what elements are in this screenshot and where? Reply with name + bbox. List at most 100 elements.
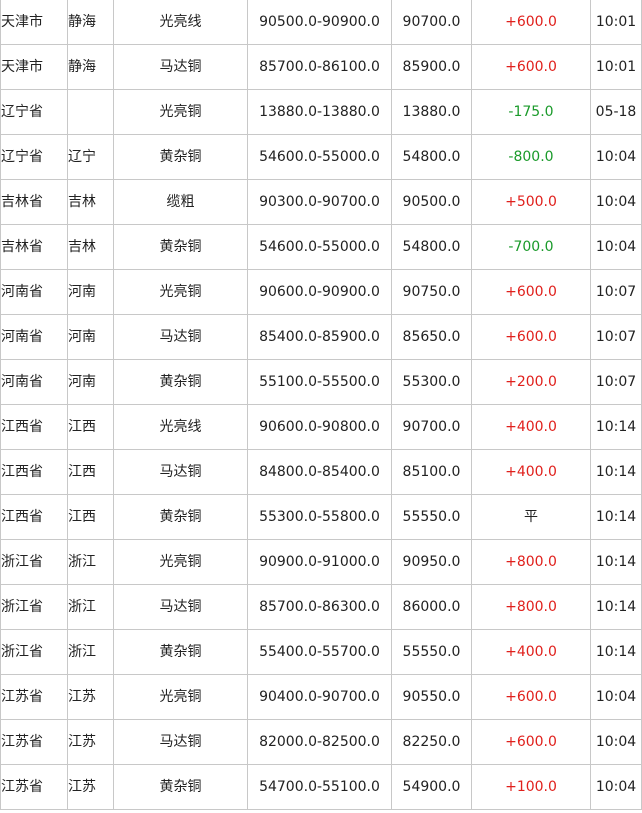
price-range-cell: 55400.0-55700.0: [247, 629, 392, 675]
average-price-cell: 90750.0: [391, 269, 472, 315]
average-price-cell: 54800.0: [391, 224, 472, 270]
price-change-cell: -700.0: [471, 224, 591, 270]
price-range-cell: 90600.0-90800.0: [247, 404, 392, 450]
province-cell: 河南省: [0, 314, 68, 360]
price-change-cell: +800.0: [471, 539, 591, 585]
update-time-cell: 10:04: [590, 224, 642, 270]
average-price-cell: 54900.0: [391, 764, 472, 810]
update-time-cell: 10:14: [590, 629, 642, 675]
price-range-cell: 84800.0-85400.0: [247, 449, 392, 495]
price-range-cell: 90600.0-90900.0: [247, 269, 392, 315]
update-time-cell: 10:04: [590, 134, 642, 180]
update-time-cell: 10:07: [590, 359, 642, 405]
province-cell: 江西省: [0, 494, 68, 540]
city-cell: 吉林: [67, 179, 114, 225]
price-change-cell: +600.0: [471, 269, 591, 315]
table-row: 吉林省 吉林 黄杂铜 54600.0-55000.0 54800.0 -700.0 10:0…: [0, 224, 642, 270]
product-cell: 马达铜: [113, 314, 248, 360]
price-range-cell: 54600.0-55000.0: [247, 134, 392, 180]
product-cell: 光亮铜: [113, 674, 248, 720]
product-cell: 光亮铜: [113, 269, 248, 315]
province-cell: 浙江省: [0, 539, 68, 585]
product-cell: 缆粗: [113, 179, 248, 225]
price-change-cell: +400.0: [471, 629, 591, 675]
province-cell: 浙江省: [0, 584, 68, 630]
price-change-cell: -175.0: [471, 89, 591, 135]
product-cell: 光亮铜: [113, 89, 248, 135]
table-row: 吉林省 吉林 缆粗 90300.0-90700.0 90500.0 +500.0 10:04: [0, 179, 642, 225]
price-change-cell: -800.0: [471, 134, 591, 180]
city-cell: 浙江: [67, 584, 114, 630]
product-cell: 黄杂铜: [113, 494, 248, 540]
table-row: 河南省 河南 光亮铜 90600.0-90900.0 90750.0 +600.0 10:0…: [0, 269, 642, 315]
average-price-cell: 86000.0: [391, 584, 472, 630]
city-cell: 江西: [67, 404, 114, 450]
product-cell: 马达铜: [113, 584, 248, 630]
table-row: 江西省 江西 黄杂铜 55300.0-55800.0 55550.0 平 10:14: [0, 494, 642, 540]
city-cell: 江西: [67, 494, 114, 540]
average-price-cell: 13880.0: [391, 89, 472, 135]
province-cell: 天津市: [0, 44, 68, 90]
table-row: 天津市 静海 马达铜 85700.0-86100.0 85900.0 +600.0 10:0…: [0, 44, 642, 90]
product-cell: 光亮线: [113, 404, 248, 450]
price-change-cell: +800.0: [471, 584, 591, 630]
price-range-cell: 55100.0-55500.0: [247, 359, 392, 405]
product-cell: 光亮线: [113, 0, 248, 45]
table-row: 河南省 河南 马达铜 85400.0-85900.0 85650.0 +600.0 10:0…: [0, 314, 642, 360]
table-row: 江西省 江西 马达铜 84800.0-85400.0 85100.0 +400.0 10:1…: [0, 449, 642, 495]
province-cell: 吉林省: [0, 179, 68, 225]
price-change-cell: +400.0: [471, 404, 591, 450]
price-range-cell: 90400.0-90700.0: [247, 674, 392, 720]
province-cell: 吉林省: [0, 224, 68, 270]
table-row: 浙江省 浙江 光亮铜 90900.0-91000.0 90950.0 +800.0 10:1…: [0, 539, 642, 585]
city-cell: 静海: [67, 44, 114, 90]
average-price-cell: 90950.0: [391, 539, 472, 585]
province-cell: 江苏省: [0, 674, 68, 720]
province-cell: 天津市: [0, 0, 68, 45]
price-range-cell: 85700.0-86300.0: [247, 584, 392, 630]
update-time-cell: 10:07: [590, 314, 642, 360]
price-range-cell: 13880.0-13880.0: [247, 89, 392, 135]
table-row: 浙江省 浙江 马达铜 85700.0-86300.0 86000.0 +800.0 10:1…: [0, 584, 642, 630]
province-cell: 江苏省: [0, 764, 68, 810]
province-cell: 江苏省: [0, 719, 68, 765]
table-row: 江西省 江西 光亮线 90600.0-90800.0 90700.0 +400.0 10:1…: [0, 404, 642, 450]
price-range-cell: 90500.0-90900.0: [247, 0, 392, 45]
update-time-cell: 10:14: [590, 539, 642, 585]
update-time-cell: 10:07: [590, 269, 642, 315]
table-row: 江苏省 江苏 马达铜 82000.0-82500.0 82250.0 +600.0 10:0…: [0, 719, 642, 765]
table-row: 浙江省 浙江 黄杂铜 55400.0-55700.0 55550.0 +400.0 10:1…: [0, 629, 642, 675]
price-change-cell: 平: [471, 494, 591, 540]
province-cell: 河南省: [0, 359, 68, 405]
city-cell: 静海: [67, 0, 114, 45]
average-price-cell: 55550.0: [391, 629, 472, 675]
product-cell: 黄杂铜: [113, 134, 248, 180]
average-price-cell: 85100.0: [391, 449, 472, 495]
city-cell: 浙江: [67, 539, 114, 585]
average-price-cell: 90550.0: [391, 674, 472, 720]
average-price-cell: 90700.0: [391, 0, 472, 45]
price-range-cell: 82000.0-82500.0: [247, 719, 392, 765]
price-range-cell: 90900.0-91000.0: [247, 539, 392, 585]
price-change-cell: +100.0: [471, 764, 591, 810]
update-time-cell: 10:14: [590, 584, 642, 630]
product-cell: 马达铜: [113, 449, 248, 495]
update-time-cell: 10:14: [590, 404, 642, 450]
price-change-cell: +500.0: [471, 179, 591, 225]
city-cell: 河南: [67, 314, 114, 360]
table-row: 江苏省 江苏 黄杂铜 54700.0-55100.0 54900.0 +100.0 10:0…: [0, 764, 642, 810]
product-cell: 黄杂铜: [113, 359, 248, 405]
city-cell: [67, 89, 114, 135]
city-cell: 河南: [67, 359, 114, 405]
average-price-cell: 82250.0: [391, 719, 472, 765]
price-change-cell: +600.0: [471, 44, 591, 90]
update-time-cell: 05-18: [590, 89, 642, 135]
price-change-cell: +600.0: [471, 314, 591, 360]
update-time-cell: 10:04: [590, 764, 642, 810]
price-range-cell: 54600.0-55000.0: [247, 224, 392, 270]
update-time-cell: 10:14: [590, 449, 642, 495]
product-cell: 马达铜: [113, 719, 248, 765]
city-cell: 江苏: [67, 674, 114, 720]
table-row: 河南省 河南 黄杂铜 55100.0-55500.0 55300.0 +200.0 10:0…: [0, 359, 642, 405]
price-table-body: 天津市 静海 光亮线 90500.0-90900.0 90700.0 +600.0 10:0…: [0, 0, 642, 810]
